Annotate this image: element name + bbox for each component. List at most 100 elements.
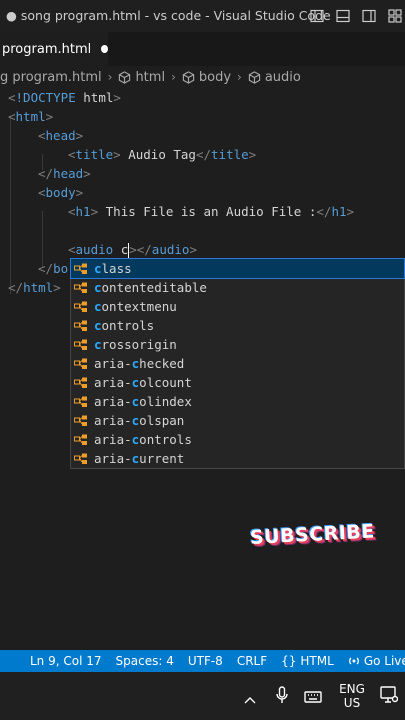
suggestion-label: aria-checked xyxy=(94,356,185,371)
suggestion-item[interactable]: crossorigin xyxy=(71,335,404,354)
suggestion-item[interactable]: aria-controls xyxy=(71,430,404,449)
microphone-icon[interactable] xyxy=(276,686,288,708)
code-token: title xyxy=(75,147,114,162)
suggestion-item[interactable]: aria-colcount xyxy=(71,373,404,392)
suggestion-item[interactable]: aria-colindex xyxy=(71,392,404,411)
code-token: head xyxy=(45,128,76,143)
code-token: < xyxy=(68,147,76,162)
window-title: ● song program.html - vs code - Visual S… xyxy=(6,8,331,23)
title-bar: ● song program.html - vs code - Visual S… xyxy=(0,0,405,32)
code-line[interactable]: <!DOCTYPE html> xyxy=(8,88,121,107)
suggestion-item[interactable]: contextmenu xyxy=(71,297,404,316)
code-token: < xyxy=(8,109,16,124)
toggle-panel-icon[interactable] xyxy=(333,0,353,32)
code-line[interactable]: <h1> This File is an Audio File :</h1> xyxy=(68,202,354,221)
toggle-sidebar-icon[interactable] xyxy=(307,0,327,32)
symbol-field-icon xyxy=(74,358,87,369)
code-token: audio xyxy=(75,242,121,257)
cursor-position[interactable]: Ln 9, Col 17 xyxy=(30,654,102,668)
symbol-field-icon xyxy=(74,377,87,388)
code-token: > xyxy=(113,147,121,162)
indent-guide xyxy=(10,116,11,294)
suggestion-item[interactable]: aria-current xyxy=(71,449,404,468)
suggestion-label: class xyxy=(94,261,132,276)
suggestion-label: aria-colindex xyxy=(94,394,192,409)
chevron-right-icon: › xyxy=(237,70,242,84)
code-token: </ xyxy=(8,280,24,295)
chevron-right-icon: › xyxy=(171,70,176,84)
code-token: < xyxy=(38,128,46,143)
code-token: title xyxy=(211,147,249,162)
code-token: > xyxy=(83,166,91,181)
chevron-up-icon[interactable] xyxy=(243,690,257,709)
code-token: < xyxy=(8,90,16,105)
suggestion-item[interactable]: controls xyxy=(71,316,404,335)
tab-program-html[interactable]: program.html xyxy=(0,32,108,66)
suggestion-item[interactable]: class xyxy=(70,258,405,279)
code-token: > xyxy=(90,204,99,219)
symbol-cube-icon xyxy=(182,70,195,84)
symbol-field-icon xyxy=(74,301,87,312)
unsaved-dot-icon[interactable] xyxy=(101,45,108,53)
language-indicator[interactable]: ENG US xyxy=(338,682,366,710)
code-token: body xyxy=(45,185,76,200)
suggestion-item[interactable]: aria-colspan xyxy=(71,411,404,430)
language-mode[interactable]: {} HTML xyxy=(281,654,334,668)
code-token: html xyxy=(83,90,114,105)
code-token: </ xyxy=(38,261,54,276)
code-token: html xyxy=(15,109,46,124)
code-line[interactable]: </html> xyxy=(8,278,61,297)
code-token: html xyxy=(23,280,54,295)
suggestion-label: aria-current xyxy=(94,451,185,466)
suggestion-widget[interactable]: class contenteditable contextmenu controls c… xyxy=(70,258,405,469)
indentation[interactable]: Spaces: 4 xyxy=(116,654,174,668)
encoding[interactable]: UTF-8 xyxy=(188,654,223,668)
suggestion-label: controls xyxy=(94,318,155,333)
code-token: head xyxy=(53,166,84,181)
code-token: < xyxy=(68,242,76,257)
code-line[interactable]: <body> xyxy=(38,183,83,202)
code-token: > xyxy=(189,242,197,257)
breadcrumb-file[interactable]: g program.html xyxy=(0,70,102,85)
suggestion-item[interactable]: contenteditable xyxy=(71,278,404,297)
go-live-button[interactable]: Go Live xyxy=(348,654,405,668)
notifications-icon[interactable] xyxy=(380,686,399,708)
symbol-field-icon xyxy=(74,282,87,293)
suggestion-item[interactable]: aria-checked xyxy=(71,354,404,373)
breadcrumb-item-body[interactable]: body xyxy=(199,70,231,85)
customize-layout-icon[interactable] xyxy=(385,0,405,32)
broadcast-icon xyxy=(348,657,359,665)
code-token: > xyxy=(75,185,84,200)
code-line[interactable]: <head> xyxy=(38,126,83,145)
breadcrumb-item-audio[interactable]: audio xyxy=(265,70,301,85)
lang-bottom: US xyxy=(343,696,361,710)
toggle-secondary-sidebar-icon[interactable] xyxy=(359,0,379,32)
code-token: h1 xyxy=(331,204,347,219)
suggestion-label: aria-colspan xyxy=(94,413,185,428)
code-token: audio xyxy=(151,242,190,257)
suggestion-label: crossorigin xyxy=(94,337,177,352)
code-line[interactable]: <html> xyxy=(8,107,53,126)
code-line[interactable]: </bo xyxy=(38,259,68,278)
code-token: This File is an Audio File : xyxy=(98,204,317,219)
code-token: c xyxy=(120,242,129,257)
breadcrumb-item-html[interactable]: html xyxy=(135,70,165,85)
tab-label: program.html xyxy=(2,41,92,57)
breadcrumb: g program.html › html › body › audio xyxy=(0,66,405,88)
code-token: !DOCTYPE xyxy=(15,90,84,105)
symbol-field-icon xyxy=(74,263,87,274)
code-line[interactable]: <title> Audio Tag</title> xyxy=(68,145,256,164)
symbol-field-icon xyxy=(74,415,87,426)
suggestion-label: aria-controls xyxy=(94,432,192,447)
symbol-field-icon xyxy=(74,453,87,464)
code-token: h1 xyxy=(75,204,91,219)
lang-top: ENG xyxy=(339,682,365,696)
code-token: > xyxy=(346,204,355,219)
taskbar: ENG US xyxy=(0,672,405,720)
code-line[interactable]: <audio c></audio> xyxy=(68,240,197,259)
end-of-line[interactable]: CRLF xyxy=(237,654,267,668)
keyboard-icon[interactable] xyxy=(304,688,322,707)
code-line[interactable]: </head> xyxy=(38,164,91,183)
code-token: > xyxy=(248,147,257,162)
braces-icon: {} xyxy=(281,654,297,668)
